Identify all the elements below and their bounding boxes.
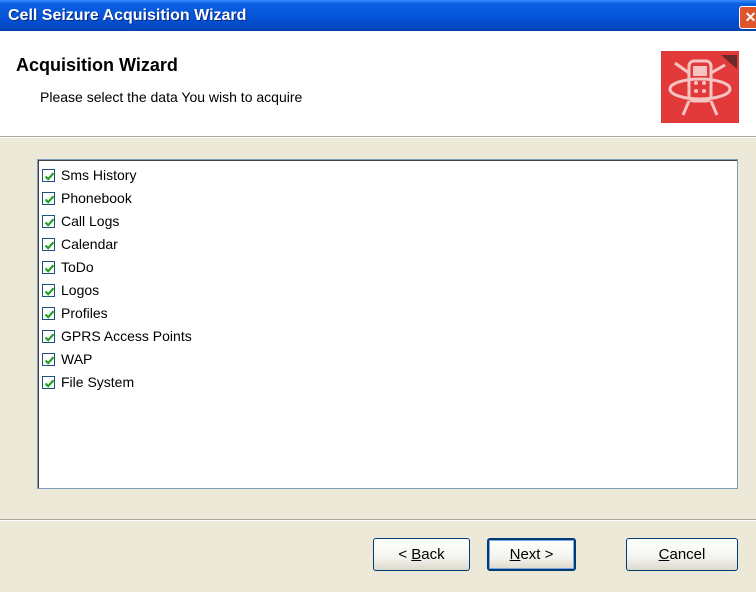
checkmark-icon bbox=[44, 171, 55, 181]
page-title: Acquisition Wizard bbox=[16, 55, 178, 75]
checkbox[interactable] bbox=[42, 260, 55, 274]
item-label: WAP bbox=[61, 351, 93, 367]
list-item[interactable]: GPRS Access Points bbox=[42, 326, 192, 346]
list-item[interactable]: Calendar bbox=[42, 234, 118, 254]
list-item[interactable]: File System bbox=[42, 372, 134, 392]
checkbox[interactable] bbox=[42, 214, 55, 228]
checkmark-icon bbox=[44, 194, 55, 204]
cancel-button-label: ancel bbox=[669, 546, 706, 563]
checkmark-icon bbox=[44, 263, 55, 273]
footer-divider-highlight bbox=[0, 520, 756, 521]
item-label: File System bbox=[61, 374, 135, 390]
checkbox[interactable] bbox=[42, 352, 55, 366]
next-button-mnemonic: N bbox=[509, 546, 521, 563]
list-item[interactable]: Phonebook bbox=[42, 188, 132, 208]
item-label: Call Logs bbox=[61, 213, 120, 229]
back-button[interactable]: < Back bbox=[373, 538, 470, 571]
checkmark-icon bbox=[44, 286, 55, 296]
cancel-button-mnemonic: C bbox=[658, 546, 670, 563]
item-label: Profiles bbox=[61, 305, 108, 321]
list-item[interactable]: WAP bbox=[42, 349, 92, 369]
checkbox[interactable] bbox=[42, 168, 55, 182]
window-title: Cell Seizure Acquisition Wizard bbox=[8, 7, 247, 24]
list-item[interactable]: Profiles bbox=[42, 303, 108, 323]
checkmark-icon bbox=[44, 309, 55, 319]
checkmark-icon bbox=[44, 355, 55, 365]
item-label: Phonebook bbox=[61, 190, 132, 206]
data-selection-list[interactable]: Sms History Phonebook Call Logs Calendar… bbox=[37, 159, 738, 489]
item-label: Logos bbox=[61, 282, 100, 298]
item-label: Calendar bbox=[61, 236, 118, 252]
back-button-label: ack bbox=[421, 546, 445, 563]
cancel-button[interactable]: Cancel bbox=[626, 538, 738, 571]
back-button-prefix: < bbox=[398, 546, 412, 563]
header-divider bbox=[0, 137, 756, 138]
title-bar[interactable]: Cell Seizure Acquisition Wizard ✕ bbox=[0, 0, 756, 31]
checkbox[interactable] bbox=[42, 283, 55, 297]
close-icon[interactable]: ✕ bbox=[739, 6, 756, 29]
list-item[interactable]: ToDo bbox=[42, 257, 94, 277]
checkmark-icon bbox=[44, 378, 55, 388]
checkmark-icon bbox=[44, 217, 55, 227]
back-button-mnemonic: B bbox=[411, 546, 422, 563]
next-button-label: ext > bbox=[520, 546, 554, 563]
checkbox[interactable] bbox=[42, 375, 55, 389]
item-label: Sms History bbox=[61, 167, 137, 183]
next-button[interactable]: Next > bbox=[487, 538, 576, 571]
phone-robot-logo-icon bbox=[661, 51, 739, 123]
checkbox[interactable] bbox=[42, 237, 55, 251]
checkmark-icon bbox=[44, 240, 55, 250]
checkbox[interactable] bbox=[42, 306, 55, 320]
page-subtitle: Please select the data You wish to acqui… bbox=[40, 89, 303, 105]
wizard-header: Acquisition Wizard Please select the dat… bbox=[0, 31, 756, 137]
checkmark-icon bbox=[44, 332, 55, 342]
checkbox[interactable] bbox=[42, 329, 55, 343]
item-label: GPRS Access Points bbox=[61, 328, 192, 344]
wizard-window: Cell Seizure Acquisition Wizard ✕ Acquis… bbox=[0, 0, 756, 592]
list-item[interactable]: Sms History bbox=[42, 165, 136, 185]
list-item[interactable]: Logos bbox=[42, 280, 99, 300]
checkbox[interactable] bbox=[42, 191, 55, 205]
list-item[interactable]: Call Logs bbox=[42, 211, 119, 231]
item-label: ToDo bbox=[61, 259, 94, 275]
